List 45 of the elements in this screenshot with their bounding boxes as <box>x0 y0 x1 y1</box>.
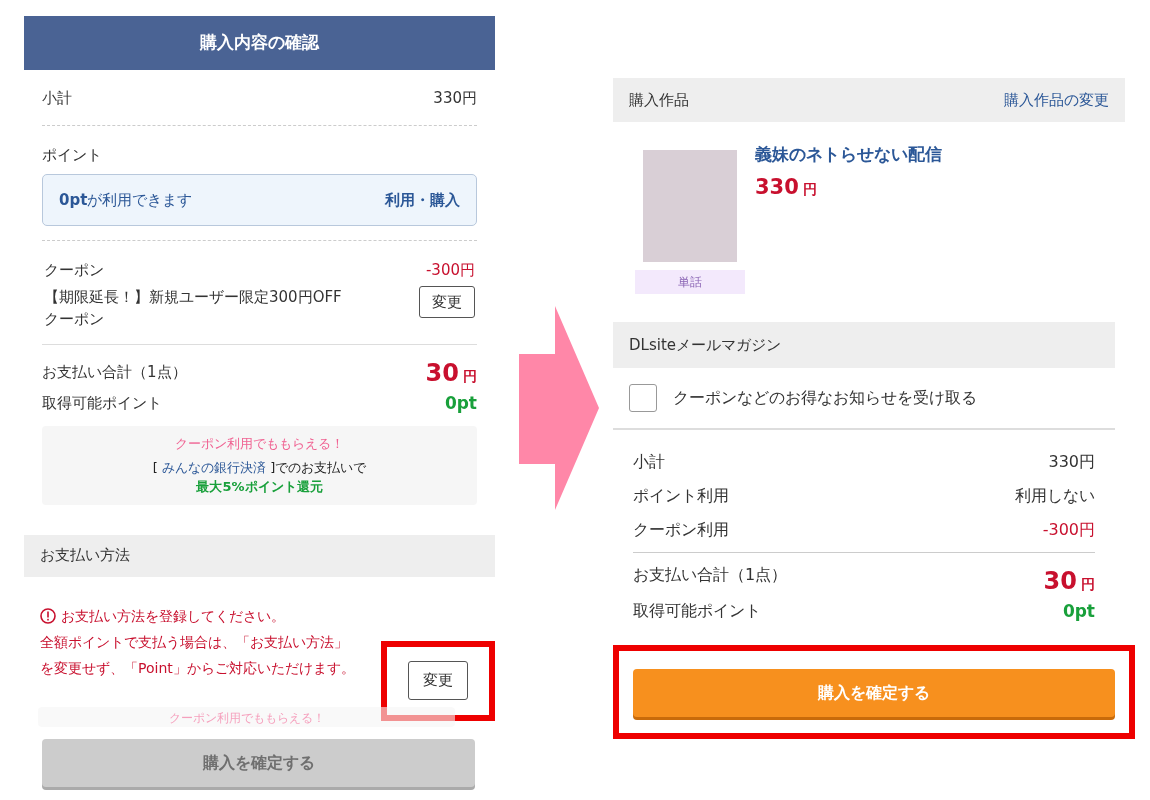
format-tag: 単話 <box>635 270 745 294</box>
points-use-link[interactable]: 利用・購入 <box>385 188 460 212</box>
points-box[interactable]: 0ptが利用できます 利用・購入 <box>42 174 477 226</box>
checkbox-label: クーポンなどのお得なお知らせを受け取る <box>673 387 977 409</box>
summary-value: 330円 <box>1048 451 1095 473</box>
section-title: DLsiteメールマガジン <box>629 334 781 356</box>
summary-label: クーポン利用 <box>633 519 729 541</box>
payment-section-title: お支払い方法 <box>40 545 130 567</box>
alert-icon <box>40 607 56 624</box>
summary-value: 利用しない <box>1015 485 1095 507</box>
points-earned-label: 取得可能ポイント <box>633 600 761 622</box>
change-button[interactable]: 変更 <box>419 285 475 318</box>
product-price: 330 円 <box>755 173 818 201</box>
points-earned-label: 取得可能ポイント <box>42 393 162 414</box>
points-earned-value: 0pt <box>444 391 477 415</box>
subtotal-label: 小計 <box>42 88 72 109</box>
coupon-amount: -300円 <box>425 260 475 281</box>
summary-label: ポイント利用 <box>633 485 729 507</box>
coupon-name: 【期限延長！】新規ユーザー限定300円OFFクーポン <box>44 286 343 330</box>
points-available-text: 0ptが利用できます <box>59 189 193 211</box>
promo-reward: 最大5%ポイント還元 <box>195 478 324 496</box>
checkbox[interactable] <box>629 384 657 412</box>
promo-headline: クーポン利用でももらえる！ <box>167 709 326 727</box>
warning-text: を変更せず、「Point」からご対応いただけます。 <box>40 658 355 678</box>
warning-text: お支払い方法を登録してください。 <box>61 606 285 626</box>
total-label: お支払い合計（1点） <box>42 362 187 384</box>
summary-label: 小計 <box>633 451 665 473</box>
coupon-label: クーポン <box>44 260 105 281</box>
promo-text: [ みんなの銀行決済 ]でのお支払いで <box>151 458 368 477</box>
change-items-link[interactable]: 購入作品の変更 <box>1004 88 1109 112</box>
total-label: お支払い合計（1点） <box>633 564 788 586</box>
section-title: 購入作品 <box>629 89 689 111</box>
warning-text: 全額ポイントで支払う場合は、「お支払い方法」 <box>40 632 348 652</box>
promo-headline: クーポン利用でももらえる！ <box>174 435 345 453</box>
arrow-icon <box>519 306 599 510</box>
points-earned-value: 0pt <box>1062 600 1095 623</box>
summary-value: -300円 <box>1042 519 1095 541</box>
total-amount: 30 円 <box>425 357 477 389</box>
points-label: ポイント <box>42 144 102 166</box>
bank-link[interactable]: みんなの銀行決済 <box>162 459 266 475</box>
page-title: 購入内容の確認 <box>24 16 495 70</box>
product-title: 義妹のネトらせない配信 <box>755 143 942 166</box>
total-amount: 30 円 <box>1043 566 1095 597</box>
subtotal-value: 330円 <box>433 88 477 109</box>
change-button[interactable]: 変更 <box>408 661 468 700</box>
